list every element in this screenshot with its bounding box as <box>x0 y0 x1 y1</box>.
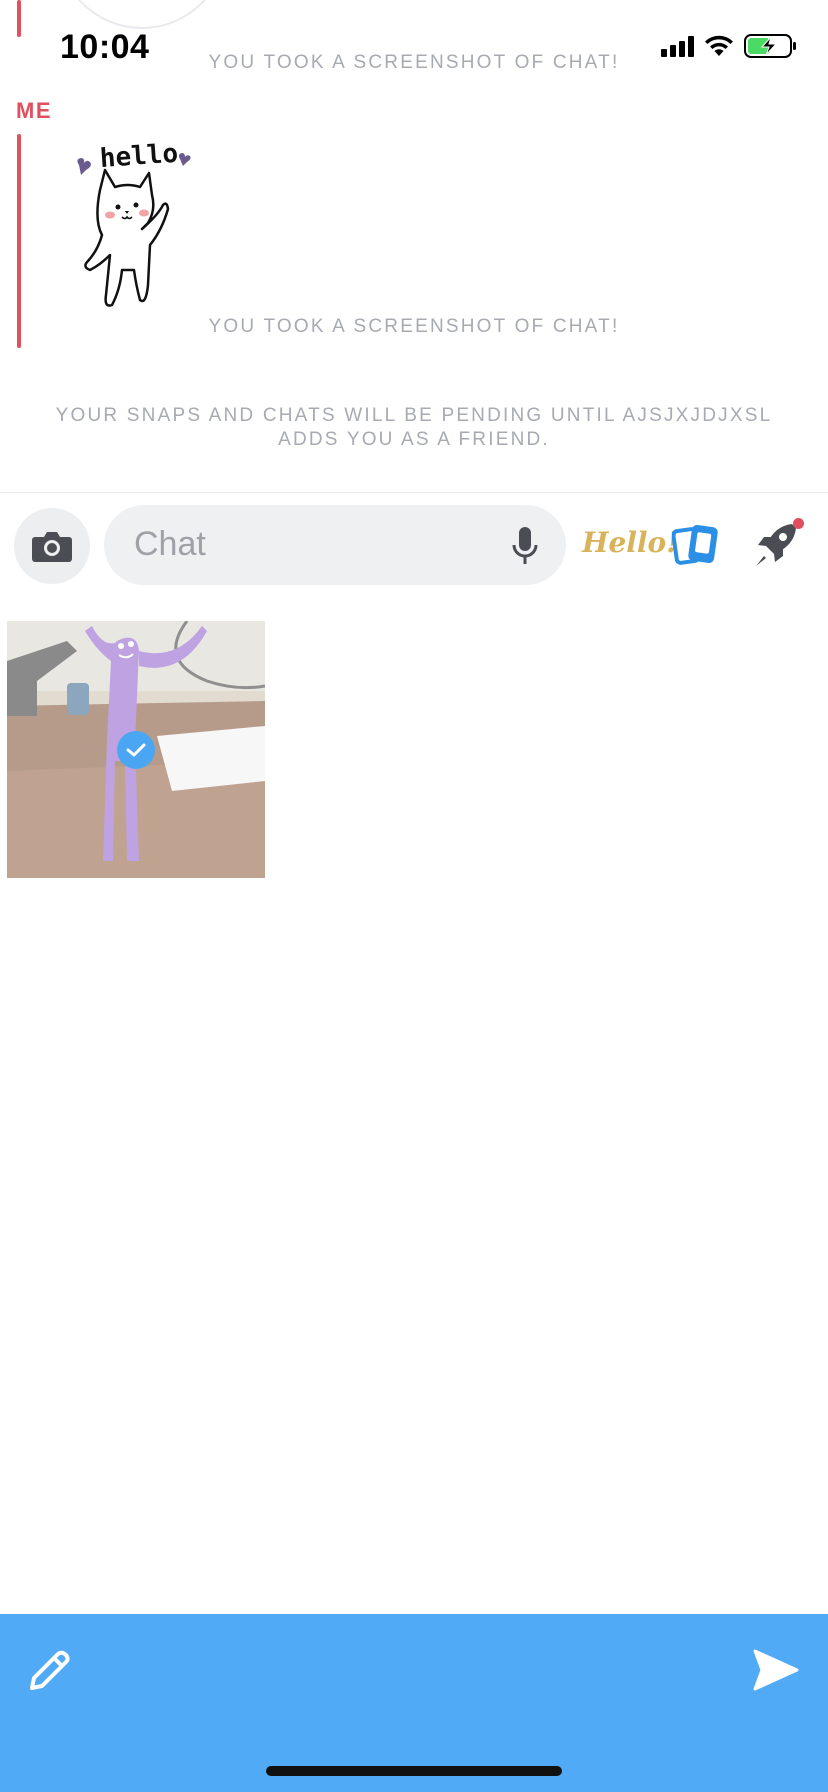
mic-icon[interactable] <box>512 525 538 567</box>
screenshot-notice-top: YOU TOOK A SCREENSHOT OF CHAT! <box>208 52 620 73</box>
sender-label: ME <box>16 98 52 123</box>
chat-input-placeholder: Chat <box>134 525 206 563</box>
sender-accent-line <box>17 0 21 37</box>
home-indicator <box>266 1766 562 1776</box>
cards-icon[interactable] <box>672 522 724 568</box>
camera-button[interactable] <box>14 508 90 584</box>
notification-dot <box>793 518 804 529</box>
sticker-text: hello <box>99 139 179 174</box>
pending-friend-notice: YOUR SNAPS AND CHATS WILL BE PENDING UNT… <box>55 405 773 450</box>
camera-icon <box>32 532 72 562</box>
hello-cat-sticker[interactable]: hello <box>70 135 200 345</box>
previous-media-bubble <box>55 0 229 29</box>
checkmark-icon <box>126 743 146 757</box>
chat-input[interactable]: Chat <box>104 505 566 585</box>
screenshot-notice-bottom: YOU TOOK A SCREENSHOT OF CHAT! <box>208 316 620 337</box>
hello-sticker-button[interactable]: Hello! <box>582 526 679 559</box>
chat-screen: 10:04 YOU TOOK A SCREENSHOT OF CHAT! ME … <box>0 0 828 1792</box>
gallery-photo-selected[interactable] <box>7 621 265 878</box>
send-icon[interactable] <box>752 1648 800 1692</box>
pencil-icon[interactable] <box>26 1648 72 1694</box>
selected-checkmark <box>117 731 155 769</box>
input-divider <box>0 492 828 493</box>
